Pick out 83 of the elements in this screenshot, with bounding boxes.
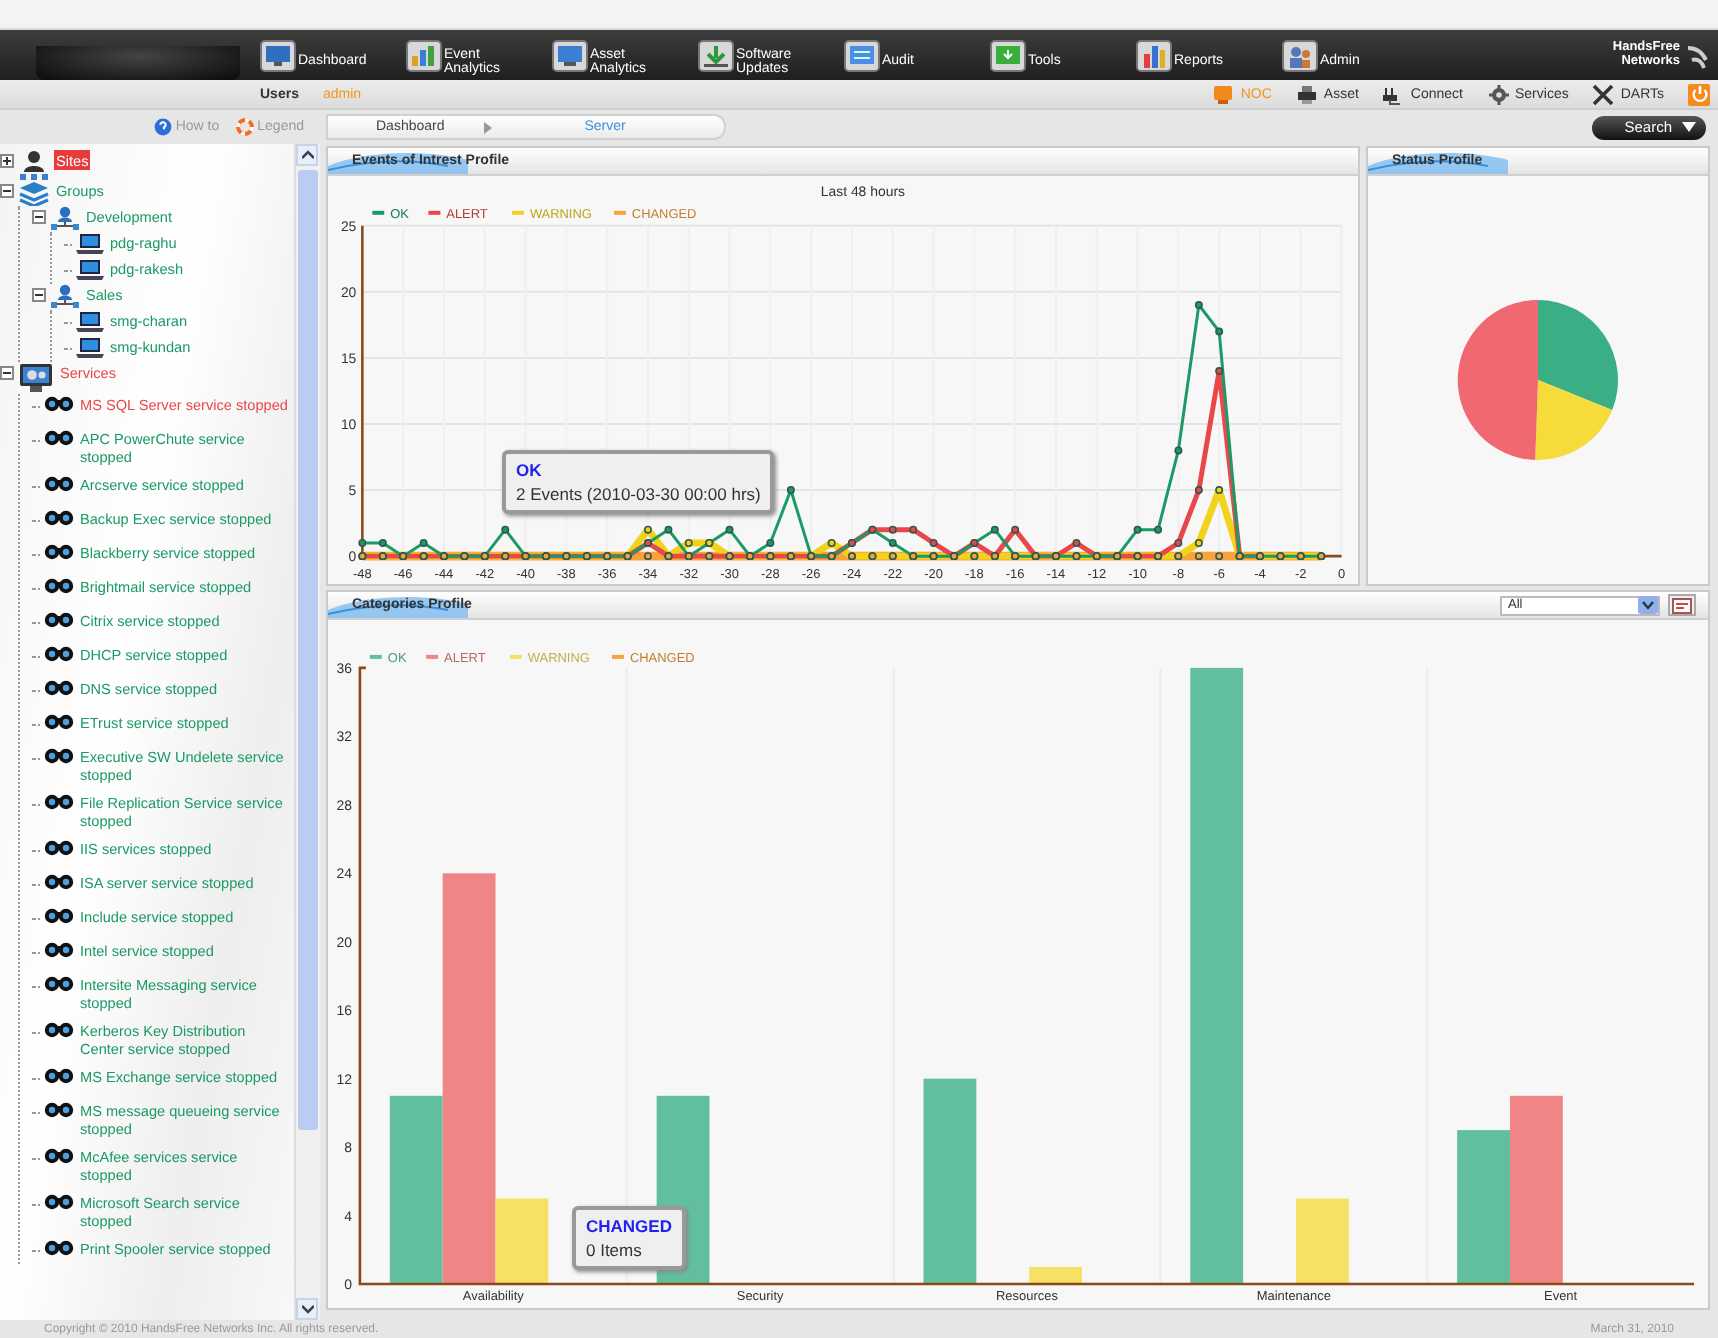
minus-icon bbox=[2, 186, 12, 196]
minus-icon bbox=[34, 290, 44, 300]
legend-swatch bbox=[369, 654, 382, 659]
monitor-gear-icon bbox=[18, 362, 54, 394]
binoculars-icon bbox=[44, 974, 74, 992]
legend-swatch bbox=[426, 654, 439, 659]
laptop-icon bbox=[76, 258, 104, 280]
network-icon bbox=[50, 284, 80, 308]
tooltip-text: 0 Items bbox=[586, 1240, 644, 1260]
scrollbar[interactable] bbox=[294, 144, 320, 1320]
laptop-icon bbox=[76, 232, 104, 254]
laptop-icon bbox=[76, 310, 104, 332]
swoosh-icon bbox=[328, 592, 468, 618]
scroll-up-button[interactable] bbox=[296, 144, 319, 166]
binoculars-icon bbox=[44, 1066, 74, 1084]
binoculars-icon bbox=[44, 394, 74, 412]
swoosh-icon bbox=[328, 148, 468, 174]
binoculars-icon bbox=[44, 746, 74, 764]
binoculars-icon bbox=[44, 1192, 74, 1210]
tree-toggle[interactable] bbox=[0, 154, 14, 168]
printer-icon bbox=[1295, 83, 1318, 105]
swoosh-icon bbox=[1368, 148, 1508, 174]
legend-swatch bbox=[372, 210, 385, 215]
legend-swatch bbox=[613, 210, 626, 215]
document-icon bbox=[1672, 597, 1692, 613]
layers-icon bbox=[18, 180, 50, 206]
binoculars-icon bbox=[44, 712, 74, 730]
dropdown-arrow-icon bbox=[1638, 596, 1658, 614]
scroll-down-button[interactable] bbox=[296, 1298, 319, 1320]
binoculars-icon bbox=[44, 542, 74, 560]
laptop-icon bbox=[76, 336, 104, 358]
tree-toggle[interactable] bbox=[32, 210, 46, 224]
chevron-up-icon bbox=[301, 150, 314, 160]
display-icon bbox=[990, 39, 1026, 71]
binoculars-icon bbox=[44, 1100, 74, 1118]
minus-icon bbox=[34, 212, 44, 222]
caret-icon bbox=[1682, 122, 1696, 132]
binoculars-icon bbox=[44, 1238, 74, 1256]
binoculars-icon bbox=[44, 838, 74, 856]
plug-icon bbox=[1382, 83, 1405, 105]
legend-swatch bbox=[612, 654, 624, 659]
binoculars-icon bbox=[44, 644, 74, 662]
tools-icon bbox=[1592, 83, 1615, 105]
monitor-icon bbox=[260, 39, 296, 71]
chevron-icon bbox=[484, 121, 493, 133]
settings-icon bbox=[1487, 83, 1509, 105]
tree-toggle[interactable] bbox=[0, 184, 14, 198]
tree-toggle[interactable] bbox=[0, 366, 14, 380]
binoculars-icon bbox=[44, 1020, 74, 1038]
binoculars-icon bbox=[44, 792, 74, 810]
binoculars-icon bbox=[44, 576, 74, 594]
binoculars-icon bbox=[44, 906, 74, 924]
tree-toggle[interactable] bbox=[32, 288, 46, 302]
binoculars-icon bbox=[44, 1146, 74, 1164]
alarm-icon bbox=[1212, 83, 1235, 105]
swoosh-logo-icon bbox=[1684, 41, 1710, 69]
power-icon bbox=[1689, 84, 1709, 104]
binoculars-icon bbox=[44, 940, 74, 958]
export-button[interactable] bbox=[1668, 594, 1696, 616]
download-icon bbox=[698, 39, 734, 71]
binoculars-icon bbox=[44, 508, 74, 526]
help-icon bbox=[153, 118, 172, 136]
minus-icon bbox=[2, 368, 12, 378]
binoculars-icon bbox=[44, 678, 74, 696]
legend-swatch bbox=[509, 654, 522, 659]
network-icon bbox=[50, 206, 80, 230]
binoculars-icon bbox=[44, 428, 74, 446]
tooltip-title: CHANGED bbox=[586, 1216, 672, 1236]
bar-chart-icon bbox=[406, 39, 442, 71]
binoculars-icon bbox=[44, 610, 74, 628]
binoculars-icon bbox=[44, 872, 74, 890]
binoculars-icon bbox=[44, 474, 74, 492]
user-network-icon bbox=[18, 150, 50, 180]
lifebuoy-icon bbox=[235, 118, 254, 136]
bar-chart-icon bbox=[1136, 39, 1172, 71]
users-icon bbox=[1282, 39, 1318, 71]
legend-swatch bbox=[512, 210, 524, 215]
plus-icon bbox=[2, 156, 12, 166]
scrollbar-thumb[interactable] bbox=[298, 170, 318, 1130]
chevron-down-icon bbox=[301, 1304, 314, 1314]
monitor-icon bbox=[552, 39, 588, 71]
screen-icon bbox=[844, 39, 880, 71]
legend-swatch bbox=[428, 210, 441, 215]
